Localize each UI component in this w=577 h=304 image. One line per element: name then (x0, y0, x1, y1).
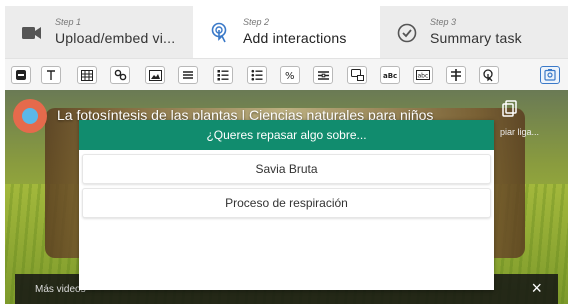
copy-link-label: piar liga... (500, 127, 540, 137)
check-circle-icon (396, 22, 418, 44)
bird-icon (22, 108, 38, 124)
video-camera-icon (21, 22, 43, 44)
step-number: Step 3 (430, 17, 457, 27)
tab-step-3[interactable]: Step 3 Summary task (380, 6, 568, 58)
tab-step-2[interactable]: Step 2 Add interactions (193, 6, 380, 58)
svg-text:abc: abc (418, 73, 429, 80)
pointer-hand-icon (209, 22, 231, 44)
close-icon[interactable]: × (531, 279, 542, 297)
tab-step-1[interactable]: Step 1 Upload/embed vi... (5, 6, 193, 58)
statements-icon[interactable] (178, 66, 198, 84)
question-dialog: ¿Queres repasar algo sobre... Savia Brut… (79, 120, 494, 290)
step-label: Summary task (430, 30, 522, 46)
image-icon[interactable] (145, 66, 165, 84)
label-icon[interactable] (11, 66, 31, 84)
editor-frame: Step 1 Upload/embed vi... Step 2 Add int… (0, 0, 568, 304)
svg-text:%: % (285, 71, 295, 81)
more-videos-label[interactable]: Más videos (35, 284, 86, 295)
interaction-toolbar: % aBc abc (5, 58, 568, 90)
crossroads-icon[interactable] (446, 66, 466, 84)
dialog-option-proceso-respiracion[interactable]: Proceso de respiración (82, 188, 491, 218)
fill-blanks-icon[interactable] (313, 66, 333, 84)
dialog-header: ¿Queres repasar algo sobre... (79, 120, 494, 150)
single-choice-icon[interactable] (213, 66, 233, 84)
link-icon[interactable] (110, 66, 130, 84)
step-label: Add interactions (243, 30, 347, 46)
navigation-hotspot-icon[interactable] (479, 66, 499, 84)
channel-avatar[interactable] (13, 99, 47, 133)
dialog-option-savia-bruta[interactable]: Savia Bruta (82, 154, 491, 184)
drag-text-icon[interactable]: abc (413, 66, 433, 84)
drag-drop-icon[interactable] (347, 66, 367, 84)
step-number: Step 2 (243, 17, 270, 27)
step-label: Upload/embed vi... (55, 30, 176, 46)
text-icon[interactable] (41, 66, 61, 84)
step-tabs: Step 1 Upload/embed vi... Step 2 Add int… (5, 6, 568, 58)
copy-link-icon[interactable] (502, 100, 518, 118)
svg-text:aBc: aBc (383, 72, 397, 80)
step-number: Step 1 (55, 17, 82, 27)
table-icon[interactable] (77, 66, 97, 84)
interaction-icon[interactable] (540, 66, 560, 84)
multiple-choice-icon[interactable] (247, 66, 267, 84)
true-false-icon[interactable]: % (280, 66, 300, 84)
mark-words-icon[interactable]: aBc (380, 66, 400, 84)
